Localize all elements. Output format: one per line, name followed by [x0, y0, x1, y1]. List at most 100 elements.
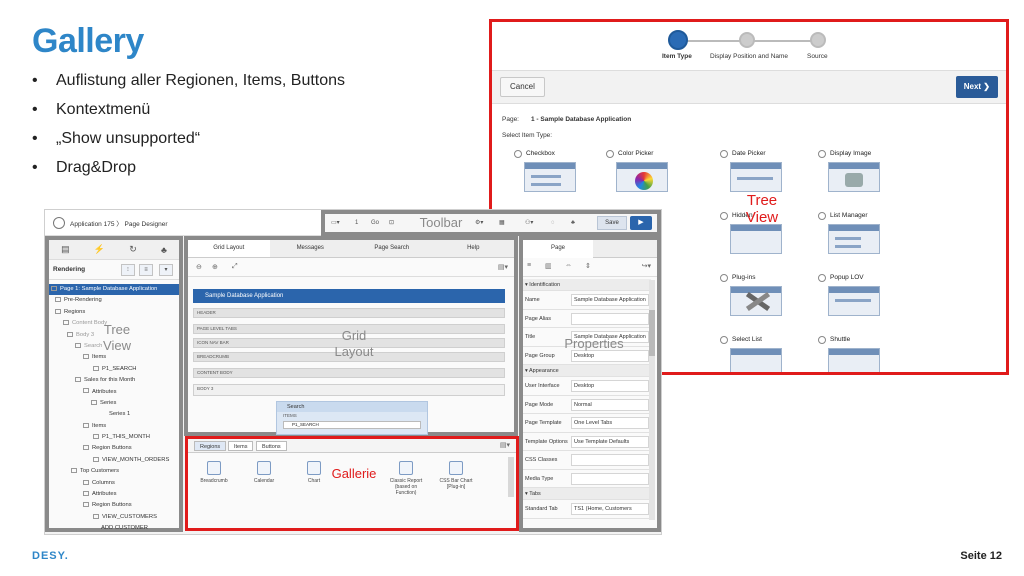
item-type-option[interactable]: Display Image — [818, 150, 928, 210]
grid-view-icon[interactable]: ▥ — [545, 262, 552, 270]
go-to-group-icon[interactable]: ↪▾ — [642, 262, 651, 270]
dynamic-actions-tab-icon[interactable]: ⚡ — [94, 244, 105, 255]
radio-icon[interactable] — [818, 212, 826, 220]
property-value[interactable]: Sample Database Application — [571, 294, 649, 306]
item-type-option[interactable]: Shuttle — [818, 336, 928, 372]
property-value[interactable]: Normal — [571, 398, 649, 411]
gallery-item[interactable]: Breadcrumb — [194, 461, 234, 484]
shared-components-icon[interactable]: ♣ — [571, 216, 575, 230]
tree-node[interactable]: Region Buttons — [49, 500, 179, 511]
tab-regions[interactable]: Regions — [194, 441, 227, 451]
comment-icon[interactable]: ◌ — [551, 216, 555, 230]
tree-node[interactable]: Series — [49, 398, 179, 409]
radio-icon[interactable] — [720, 150, 728, 158]
step-dot[interactable] — [739, 32, 755, 48]
radio-icon[interactable] — [720, 336, 728, 344]
gallery-item[interactable]: Calendar — [244, 461, 284, 484]
property-value[interactable] — [571, 472, 649, 485]
property-value[interactable] — [571, 312, 649, 325]
radio-icon[interactable] — [606, 150, 614, 158]
tab-messages[interactable]: Messages — [270, 240, 352, 257]
expand-icon[interactable]: ⇕ — [585, 262, 591, 270]
item-type-option[interactable]: Select List — [720, 336, 830, 372]
gallery-item[interactable]: CSS Bar Chart [Plug-in] — [436, 461, 476, 490]
tree-node[interactable]: Series 1 — [49, 409, 179, 420]
tree-node[interactable]: Attributes — [49, 387, 179, 398]
tree-node[interactable]: Columns — [49, 478, 179, 489]
property-value[interactable]: One Level Tabs — [571, 417, 649, 429]
lock-icon[interactable]: ⊡ — [389, 216, 394, 230]
tab-page[interactable]: Page — [523, 240, 593, 258]
page-icon[interactable]: ▭▾ — [331, 216, 340, 230]
property-value[interactable] — [571, 454, 649, 466]
grid-region[interactable]: HEADER — [193, 308, 505, 318]
wrench-icon[interactable]: ⚙▾ — [475, 216, 483, 230]
menu-icon[interactable]: ▤▾ — [498, 263, 508, 271]
radio-icon[interactable] — [818, 336, 826, 344]
radio-icon[interactable] — [720, 274, 728, 282]
property-group-header: ▾ Appearance — [523, 365, 651, 377]
tab-items[interactable]: Items — [228, 441, 254, 451]
grid-region[interactable]: CONTENT BODY — [193, 368, 505, 378]
breadcrumb[interactable]: Application 175 〉 Page Designer — [70, 218, 168, 228]
page-number[interactable]: 1 — [355, 216, 358, 230]
collapse-icon[interactable]: ⇔ — [565, 262, 572, 269]
run-button[interactable]: ▶ — [630, 216, 652, 230]
tree-node[interactable]: Pre-Rendering — [49, 295, 179, 306]
tab-grid-layout[interactable]: Grid Layout — [188, 240, 270, 257]
radio-icon[interactable] — [818, 274, 826, 282]
menu-icon[interactable]: ▾ — [159, 264, 173, 276]
tree-node[interactable]: Top Customers — [49, 466, 179, 477]
group-by-icon[interactable]: ⁝ — [121, 264, 135, 276]
grid-region[interactable]: BODY 3 — [193, 384, 505, 396]
item-type-option[interactable]: Color Picker — [606, 150, 716, 210]
rendering-tab-icon[interactable]: ▤ — [61, 244, 70, 255]
tree-node-page[interactable]: Page 1: Sample Database Application — [49, 284, 179, 296]
zoom-out-icon[interactable]: ⊖ — [196, 263, 202, 271]
tab-help[interactable]: Help — [433, 240, 515, 257]
scrollbar[interactable] — [508, 457, 514, 497]
item-type-option[interactable]: List Manager — [818, 212, 928, 272]
app-icon[interactable] — [53, 217, 65, 229]
cancel-button[interactable]: Cancel — [500, 77, 545, 97]
step-dot-active[interactable] — [668, 30, 688, 50]
tree-node[interactable]: Items — [49, 421, 179, 432]
item-type-option[interactable]: Popup LOV — [818, 274, 928, 334]
tree-node[interactable]: P1_SEARCH — [49, 364, 179, 375]
tab-page-search[interactable]: Page Search — [351, 240, 433, 257]
radio-icon[interactable] — [818, 150, 826, 158]
tree-node[interactable]: Sales for this Month — [49, 375, 179, 386]
tree-node[interactable]: Regions — [49, 307, 179, 318]
property-value[interactable]: TS1 (Home, Customers — [571, 503, 649, 515]
tree-node[interactable]: VIEW_CUSTOMERS — [49, 512, 179, 523]
grid-icon[interactable]: ▦ — [499, 216, 505, 230]
team-icon[interactable]: ⚇▾ — [525, 216, 533, 230]
next-button[interactable]: Next ❯ — [955, 76, 998, 98]
list-view-icon[interactable]: ≡ — [527, 262, 531, 269]
property-value[interactable]: Use Template Defaults — [571, 435, 649, 448]
gallery-item[interactable]: Classic Report (based on Function) — [386, 461, 426, 496]
save-button[interactable]: Save — [597, 216, 627, 230]
tree-node[interactable]: Region Buttons — [49, 443, 179, 454]
shared-components-tab-icon[interactable]: ♣ — [161, 245, 167, 255]
processing-tab-icon[interactable]: ↻ — [129, 244, 137, 255]
page-bar[interactable]: Sample Database Application — [193, 289, 505, 303]
radio-icon[interactable] — [720, 212, 728, 220]
tab-buttons[interactable]: Buttons — [256, 441, 287, 451]
item-type-option[interactable]: Plug-ins — [720, 274, 830, 334]
scrollbar[interactable] — [649, 280, 655, 520]
tree-node[interactable]: VIEW_MONTH_ORDERS — [49, 455, 179, 466]
menu-icon[interactable]: ▤▾ — [500, 441, 510, 449]
property-value[interactable]: Desktop — [571, 380, 649, 392]
tree-node[interactable]: Items — [49, 352, 179, 363]
tree-node[interactable]: ADD CUSTOMER — [49, 523, 179, 534]
step-dot[interactable] — [810, 32, 826, 48]
sort-icon[interactable]: ≡ — [139, 264, 153, 276]
go-button[interactable]: Go — [371, 216, 379, 230]
search-region[interactable]: Search ITEMS P1_SEARCH — [276, 401, 428, 435]
tree-node[interactable]: Attributes — [49, 489, 179, 500]
expand-icon[interactable]: ⤢ — [232, 263, 238, 271]
zoom-in-icon[interactable]: ⊕ — [212, 263, 218, 271]
radio-icon[interactable] — [514, 150, 522, 158]
tree-node[interactable]: P1_THIS_MONTH — [49, 432, 179, 443]
